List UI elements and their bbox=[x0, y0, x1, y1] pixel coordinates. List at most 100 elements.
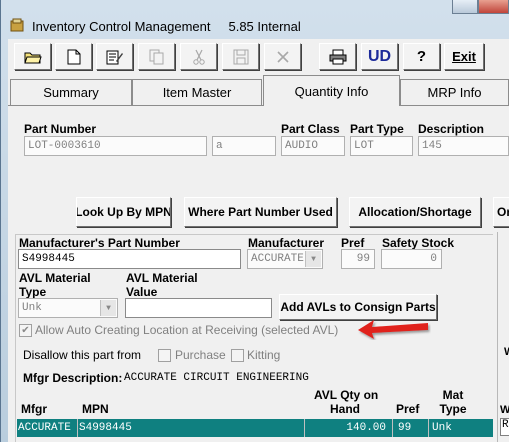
window-title: Inventory Control Management 5.85 Interna… bbox=[32, 19, 301, 34]
manufacturer-select[interactable]: ACCURATE ▼ bbox=[247, 249, 323, 269]
tab-mrp-info-label: MRP Info bbox=[427, 85, 482, 100]
edit-icon bbox=[106, 50, 123, 64]
part-class-label: Part Class bbox=[281, 122, 340, 136]
tab-item-master[interactable]: Item Master bbox=[132, 79, 262, 105]
help-icon: ? bbox=[416, 48, 427, 65]
cell-type: Unk bbox=[432, 422, 452, 434]
delete-button[interactable] bbox=[264, 43, 301, 70]
tab-summary[interactable]: Summary bbox=[10, 79, 132, 105]
cell-qty: 140.00 bbox=[306, 419, 393, 437]
purchase-checkbox[interactable] bbox=[158, 349, 171, 362]
exit-label: Exit bbox=[452, 49, 476, 64]
maximize-button[interactable] bbox=[452, 0, 478, 14]
mpn-label: Manufacturer's Part Number bbox=[19, 236, 180, 250]
pref-field[interactable]: 99 bbox=[341, 249, 375, 269]
kitting-checkbox[interactable] bbox=[231, 349, 244, 362]
copy-button[interactable] bbox=[138, 43, 175, 70]
table-row[interactable]: ACCURATE S4998445 140.00 99 Unk bbox=[17, 419, 493, 437]
grid-header-mat-type: Mat Type bbox=[438, 388, 468, 416]
auto-create-checkbox[interactable]: ✔ bbox=[19, 324, 32, 337]
safety-stock-field[interactable]: 0 bbox=[381, 249, 442, 269]
mfgr-description-value: ACCURATE CIRCUIT ENGINEERING bbox=[124, 372, 309, 384]
ud-button[interactable]: UD bbox=[361, 43, 398, 70]
part-number-label: Part Number bbox=[24, 122, 97, 136]
safety-stock-label: Safety Stock bbox=[382, 236, 455, 250]
avl-material-value-field[interactable] bbox=[125, 298, 272, 318]
description-field[interactable]: 145 bbox=[418, 136, 509, 156]
cell-pref: 99 bbox=[394, 419, 429, 437]
avl-material-type-value: Unk bbox=[22, 302, 42, 314]
delete-icon bbox=[276, 50, 289, 63]
folder-open-icon bbox=[23, 52, 42, 63]
mfgr-description-label: Mfgr Description: bbox=[23, 371, 123, 385]
grid-header-mat-type-line1: Mat bbox=[442, 388, 464, 402]
grid-header-mfgr: Mfgr bbox=[21, 402, 47, 416]
save-button[interactable] bbox=[222, 43, 259, 70]
chevron-down-icon: ▼ bbox=[100, 300, 116, 316]
avl-material-type-label: AVL Material Type bbox=[19, 271, 91, 299]
manufacturer-value: ACCURATE bbox=[251, 253, 304, 265]
save-icon bbox=[233, 49, 248, 64]
disallow-label: Disallow this part from bbox=[23, 348, 142, 362]
manufacturer-label: Manufacturer bbox=[248, 236, 325, 250]
red-arrow-icon bbox=[358, 320, 428, 339]
right-edge-label-w-lower: W bbox=[504, 346, 509, 358]
part-revision-field[interactable]: a bbox=[212, 136, 276, 156]
avl-material-value-label: AVL Material Value bbox=[126, 271, 198, 299]
part-number-field[interactable]: LOT-0003610 bbox=[24, 136, 207, 156]
copy-icon bbox=[149, 49, 163, 64]
cut-button[interactable] bbox=[180, 43, 217, 70]
window-title-name: Inventory Control Management bbox=[32, 19, 211, 34]
tab-divider bbox=[8, 105, 509, 106]
app-icon bbox=[10, 18, 24, 32]
auto-create-label: Allow Auto Creating Location at Receivin… bbox=[35, 323, 339, 337]
cell-mpn: S4998445 bbox=[79, 419, 305, 437]
tab-quantity-info-label: Quantity Info bbox=[294, 83, 369, 99]
exit-button[interactable]: Exit bbox=[444, 43, 484, 70]
part-type-label: Part Type bbox=[350, 122, 404, 136]
allocation-shortage-button[interactable]: Allocation/Shortage bbox=[349, 197, 481, 227]
where-used-button[interactable]: Where Part Number Used bbox=[184, 197, 337, 227]
cut-icon bbox=[192, 49, 205, 65]
grid-header-avl-qty-line2: Hand bbox=[330, 402, 360, 416]
purchase-label: Purchase bbox=[175, 348, 226, 362]
grid-header-avl-qty: AVL Qty on Hand bbox=[314, 388, 379, 416]
grid-header-pref: Pref bbox=[396, 402, 420, 416]
tab-quantity-info[interactable]: Quantity Info bbox=[263, 75, 400, 106]
close-button[interactable] bbox=[478, 0, 509, 14]
part-type-field[interactable]: LOT bbox=[350, 136, 413, 156]
new-button[interactable] bbox=[55, 43, 92, 70]
right-edge-field-r[interactable]: R bbox=[500, 418, 509, 436]
cell-mfgr: ACCURATE bbox=[18, 419, 78, 437]
grid-header-avl-qty-line1: AVL Qty on bbox=[314, 388, 379, 402]
ud-icon: UD bbox=[367, 47, 392, 65]
print-button[interactable] bbox=[319, 43, 356, 70]
add-avls-consign-button[interactable]: Add AVLs to Consign Parts bbox=[279, 294, 437, 320]
tab-summary-label: Summary bbox=[43, 85, 99, 100]
avl-material-type-select[interactable]: Unk ▼ bbox=[18, 298, 118, 318]
avl-material-value-label-line1: AVL Material bbox=[126, 271, 198, 285]
grid-header-mpn: MPN bbox=[82, 402, 109, 416]
lookup-by-mpn-button[interactable]: Look Up By MPN bbox=[76, 197, 171, 227]
description-label: Description bbox=[418, 122, 485, 136]
more-button[interactable]: Or bbox=[493, 197, 509, 227]
new-document-icon bbox=[67, 49, 80, 64]
open-button[interactable] bbox=[14, 43, 51, 70]
tab-item-master-label: Item Master bbox=[162, 85, 232, 100]
right-edge-label-w: W bbox=[500, 404, 509, 416]
panel-divider bbox=[497, 232, 498, 442]
pref-label: Pref bbox=[341, 236, 365, 250]
help-button[interactable]: ? bbox=[403, 43, 440, 70]
avl-material-type-label-line2: Type bbox=[19, 285, 47, 299]
grid-header-mat-type-line2: Type bbox=[439, 402, 467, 416]
window-version: 5.85 Internal bbox=[228, 19, 301, 34]
print-icon bbox=[329, 49, 346, 64]
edit-button[interactable] bbox=[96, 43, 133, 70]
avl-material-value-label-line2: Value bbox=[126, 285, 158, 299]
part-class-field[interactable]: AUDIO bbox=[281, 136, 345, 156]
mpn-field[interactable]: S4998445 bbox=[18, 249, 241, 269]
tab-mrp-info[interactable]: MRP Info bbox=[400, 79, 509, 105]
kitting-label: Kitting bbox=[247, 348, 281, 362]
avl-material-type-label-line1: AVL Material bbox=[19, 271, 91, 285]
chevron-down-icon: ▼ bbox=[305, 251, 321, 267]
